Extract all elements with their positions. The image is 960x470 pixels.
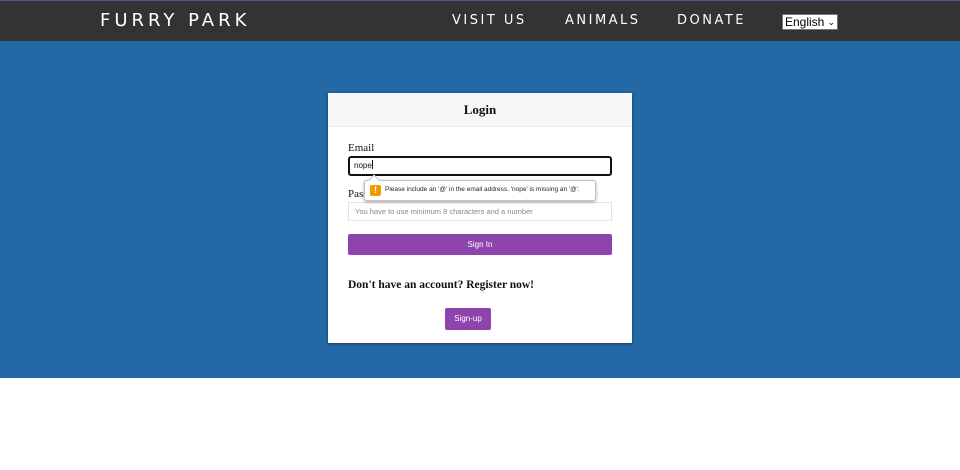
validation-message: Please include an '@' in the email addre…	[385, 186, 580, 193]
language-select-value: English	[785, 15, 825, 29]
warning-icon: !	[370, 185, 381, 196]
top-navbar: Furry Park Visit Us Animals Donate Engli…	[0, 0, 960, 41]
language-select[interactable]: English ⌄	[782, 14, 838, 30]
login-card: Login Email nope Password You have to us…	[328, 93, 632, 343]
password-input[interactable]: You have to use minimum 8 characters and…	[348, 202, 612, 221]
text-caret	[371, 160, 373, 169]
register-prompt: Don't have an account? Register now!	[348, 279, 535, 291]
password-placeholder: You have to use minimum 8 characters and…	[355, 207, 533, 216]
email-input-value: nope	[354, 161, 372, 170]
login-title: Login	[328, 93, 632, 127]
chevron-down-icon: ⌄	[827, 17, 835, 27]
email-input[interactable]: nope	[348, 156, 612, 176]
brand-logo[interactable]: Furry Park	[100, 10, 250, 31]
sign-up-button[interactable]: Sign-up	[445, 308, 491, 330]
nav-link-visit-us[interactable]: Visit Us	[452, 13, 527, 28]
nav-link-donate[interactable]: Donate	[677, 13, 746, 28]
sign-in-button[interactable]: Sign In	[348, 234, 612, 255]
validation-tooltip: ! Please include an '@' in the email add…	[364, 174, 596, 201]
email-label: Email	[348, 142, 375, 154]
nav-link-animals[interactable]: Animals	[565, 13, 641, 28]
